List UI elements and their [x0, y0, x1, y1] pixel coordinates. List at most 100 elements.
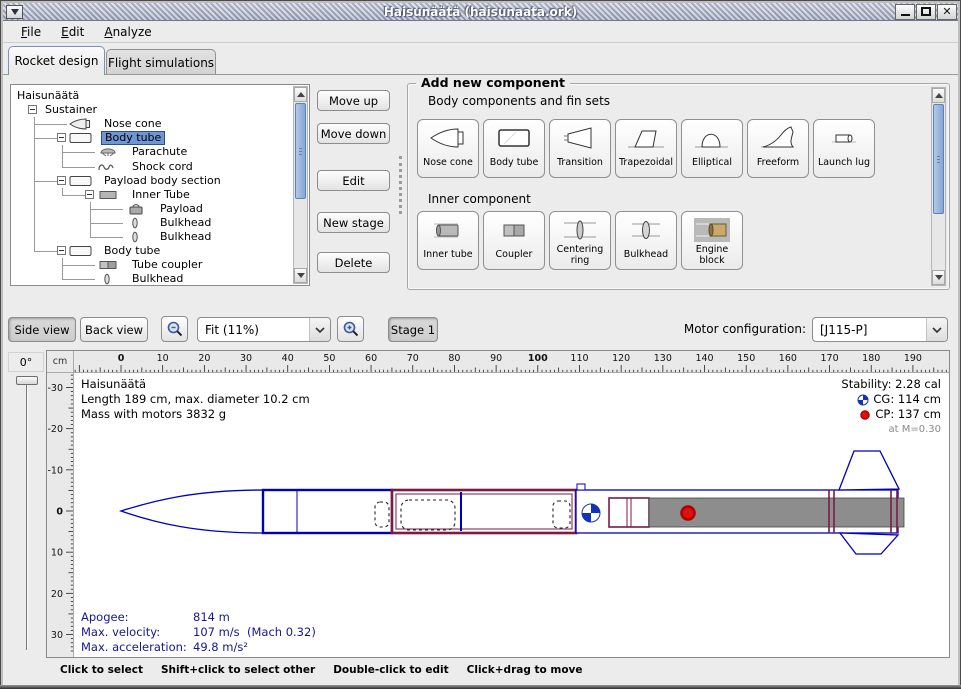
tree-item-body-tube[interactable]: Body tube [11, 244, 293, 258]
tree-item-label[interactable]: Bulkhead [157, 216, 214, 230]
component-button-transition[interactable]: Transition [549, 119, 611, 178]
collapse-icon[interactable] [28, 105, 37, 114]
collapse-icon[interactable] [57, 176, 66, 185]
tree-item-shock-cord[interactable]: Shock cord [11, 160, 293, 174]
menu-analyze[interactable]: Analyze [94, 23, 161, 41]
component-button-inner-tube[interactable]: Inner tube [417, 211, 479, 270]
hint-drag: Click+drag to move [467, 664, 583, 676]
tree-item-payload[interactable]: Payload [11, 202, 293, 216]
zoom-in-button[interactable] [337, 316, 364, 342]
tree-item-bulkhead[interactable]: Bulkhead [11, 230, 293, 244]
tree-item-bulkhead[interactable]: Bulkhead [11, 216, 293, 230]
tree-item-inner-tube[interactable]: Inner Tube [11, 188, 293, 202]
tree-item-label[interactable]: Nose cone [101, 117, 164, 131]
zoom-select[interactable]: Fit (11%) [197, 317, 331, 342]
innertube-icon [97, 189, 121, 201]
component-button-engine-block[interactable]: Engine block [681, 211, 743, 270]
tree-item-label[interactable]: Haisunäätä [14, 89, 82, 103]
maximize-button[interactable] [916, 4, 936, 20]
component-scrollbar[interactable] [931, 87, 946, 286]
tree-item-label[interactable]: Body tube [101, 244, 163, 258]
component-button-label: Inner tube [423, 244, 472, 269]
rotation-slider[interactable] [26, 380, 28, 650]
new-stage-button[interactable]: New stage [317, 212, 390, 233]
motor-configuration-select[interactable]: [J115-P] [812, 317, 948, 342]
svg-text:30: 30 [51, 630, 63, 641]
chevron-down-icon [309, 318, 330, 341]
tree-item-label[interactable]: Sustainer [42, 103, 100, 117]
vertical-ruler: -30-20-100102030 [47, 373, 74, 657]
tree-item-label[interactable]: Bulkhead [129, 272, 186, 286]
component-button-freeform[interactable]: Freeform [747, 119, 809, 178]
rotation-slider-handle[interactable] [16, 376, 38, 385]
tab-flight-simulations[interactable]: Flight simulations [106, 49, 216, 75]
component-button-bulkhead[interactable]: Bulkhead [615, 211, 677, 270]
back-view-button[interactable]: Back view [80, 317, 148, 342]
tree-item-label[interactable]: Payload [157, 202, 206, 216]
close-button[interactable]: ✕ [937, 4, 957, 20]
tree-item-parachute[interactable]: Parachute [11, 145, 293, 159]
tree-item-nose-cone[interactable]: Nose cone [11, 117, 293, 131]
component-button-label: Transition [557, 152, 603, 177]
magnifier-plus-icon [342, 320, 360, 338]
window-menu-icon[interactable] [6, 5, 23, 19]
svg-text:170: 170 [820, 353, 838, 364]
tree-item-label[interactable]: Shock cord [129, 160, 196, 174]
tree-item-tube-coupler[interactable]: Tube coupler [11, 258, 293, 272]
component-button-label: Engine block [682, 244, 742, 269]
move-up-button[interactable]: Move up [317, 90, 390, 111]
collapse-icon[interactable] [57, 133, 66, 142]
tree-item-haisun-t-[interactable]: Haisunäätä [11, 89, 293, 103]
tree-item-bulkhead[interactable]: Bulkhead [11, 272, 293, 286]
side-view-button[interactable]: Side view [8, 317, 76, 342]
edit-button[interactable]: Edit [317, 170, 390, 191]
component-button-nose-cone[interactable]: Nose cone [417, 119, 479, 178]
menu-file[interactable]: File [11, 23, 51, 41]
tree-item-label[interactable]: Parachute [129, 145, 190, 159]
cp-value: CP: 137 cm [875, 407, 941, 422]
component-button-body-tube[interactable]: Body tube [483, 119, 545, 178]
tree-item-payload-body-section[interactable]: Payload body section [11, 174, 293, 188]
innertube-icon [428, 216, 468, 244]
component-button-trapezoidal[interactable]: Trapezoidal [615, 119, 677, 178]
rocket-length: Length 189 cm, max. diameter 10.2 cm [81, 392, 310, 407]
scroll-down-button[interactable] [294, 268, 307, 283]
transition-icon [560, 124, 600, 152]
tab-rocket-design[interactable]: Rocket design [8, 46, 105, 75]
component-tree[interactable]: HaisunäätäSustainerNose coneBody tubePar… [10, 84, 310, 286]
bodytube-icon [494, 124, 534, 152]
scrollbar-thumb[interactable] [933, 104, 944, 214]
tree-item-label[interactable]: Payload body section [101, 174, 224, 188]
nosecone-icon [69, 118, 93, 130]
component-button-elliptical[interactable]: Elliptical [681, 119, 743, 178]
scrollbar-thumb[interactable] [295, 103, 306, 199]
minimize-button[interactable] [895, 4, 915, 20]
svg-text:10: 10 [51, 548, 63, 559]
component-button-centering-ring[interactable]: Centering ring [549, 211, 611, 270]
thumb-grip [937, 156, 940, 163]
tree-item-label[interactable]: Body tube [101, 131, 165, 145]
scroll-up-button[interactable] [294, 87, 307, 102]
component-button-coupler[interactable]: Coupler [483, 211, 545, 270]
scroll-up-button[interactable] [932, 88, 945, 103]
tree-item-label[interactable]: Inner Tube [129, 188, 193, 202]
rocket-canvas[interactable]: Haisunäätä Length 189 cm, max. diameter … [74, 373, 949, 657]
tree-item-label[interactable]: Tube coupler [129, 258, 205, 272]
component-button-label: Freeform [757, 152, 799, 177]
zoom-out-button[interactable] [161, 316, 188, 342]
splitter-handle[interactable] [399, 156, 402, 214]
scroll-down-button[interactable] [932, 270, 945, 285]
tree-scrollbar[interactable] [293, 86, 308, 284]
tree-item-label[interactable]: Bulkhead [157, 230, 214, 244]
stage-1-button[interactable]: Stage 1 [388, 317, 438, 342]
collapse-icon[interactable] [57, 246, 66, 255]
titlebar[interactable]: Haisunäätä (haisunaata.ork) ✕ [3, 3, 958, 21]
tree-item-body-tube[interactable]: Body tube [11, 131, 293, 145]
delete-button[interactable]: Delete [317, 252, 390, 273]
collapse-icon[interactable] [85, 190, 94, 199]
component-button-launch-lug[interactable]: Launch lug [813, 119, 875, 178]
tree-item-sustainer[interactable]: Sustainer [11, 103, 293, 117]
menu-edit[interactable]: Edit [51, 23, 94, 41]
payload-icon [125, 203, 149, 215]
move-down-button[interactable]: Move down [317, 123, 390, 144]
